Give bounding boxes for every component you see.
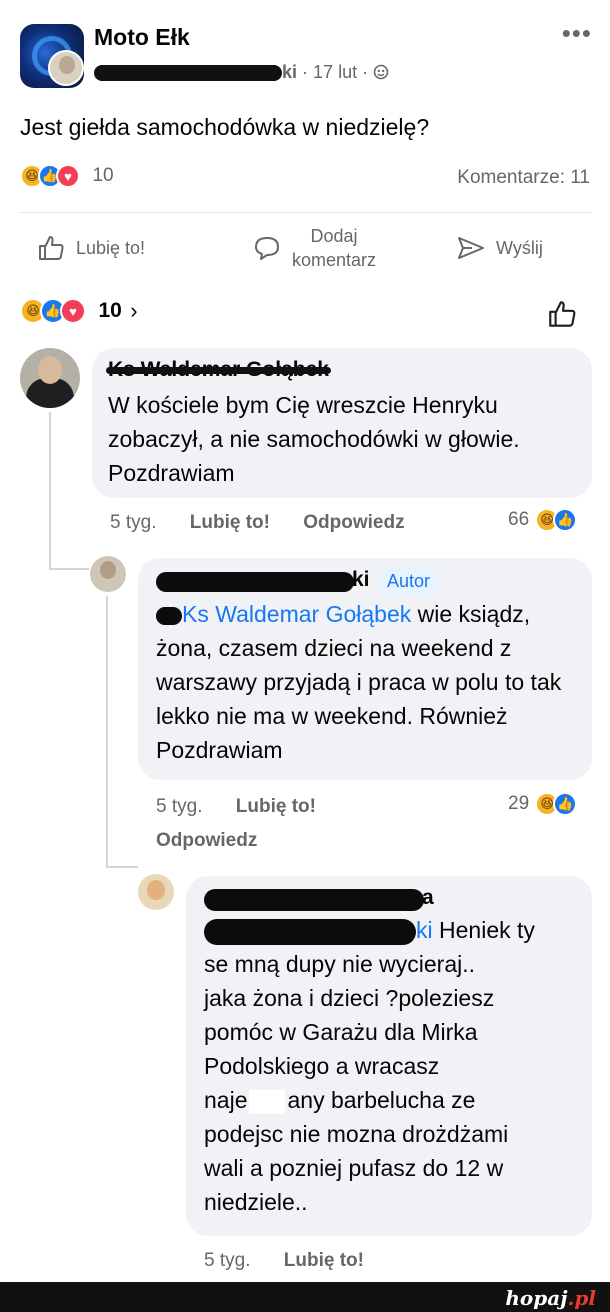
comment-time[interactable]: 5 tyg.: [204, 1250, 250, 1271]
watermark-text: hopaj: [505, 1286, 568, 1310]
divider: [20, 212, 592, 213]
reaction-count[interactable]: 10: [92, 165, 113, 186]
meta-separator: ·: [362, 62, 369, 82]
comment-reply-button[interactable]: Odpowiedz: [156, 830, 257, 851]
comment-like-button[interactable]: Lubię to!: [190, 512, 270, 533]
redacted-author-name: [204, 888, 424, 911]
comment-header: a: [204, 886, 574, 911]
send-icon: [458, 237, 484, 259]
comment-header: ki Autor: [156, 568, 574, 596]
comment-bubble: Ks Waldemar Gołąbek W kościele bym Cię w…: [92, 348, 592, 498]
comment-text-part: wie ksiądz,: [411, 601, 531, 628]
comment-mention[interactable]: Ks Waldemar Gołąbek: [156, 601, 411, 627]
author-name-fragment[interactable]: ki: [282, 62, 297, 82]
thread-line: [106, 596, 108, 868]
comment-text-line: podejsc nie mozna drożdżami: [204, 1120, 509, 1147]
comment-reactions[interactable]: 29 😆 👍: [508, 792, 578, 816]
thread-line: [49, 412, 51, 570]
chevron-right-icon: ›: [130, 298, 138, 323]
comment-author[interactable]: a: [422, 886, 434, 910]
reaction-icons: 😆 👍 ♥: [20, 298, 86, 324]
reactions-summary[interactable]: 😆 👍 ♥ 10 ›: [20, 298, 592, 332]
commenter-avatar[interactable]: [138, 874, 174, 910]
comment-text-line: naje any barbelucha ze: [204, 1083, 580, 1117]
like-reaction-icon: 👍: [553, 508, 578, 532]
comment-actions: 5 tyg. Lubię to! Odpowiedz: [110, 512, 433, 534]
comment-text: W kościele bym Cię wreszcie Henryku zoba…: [108, 392, 520, 486]
censor-box: [249, 1089, 286, 1114]
like-reaction-icon: 👍: [553, 792, 578, 816]
love-reaction-icon: ♥: [56, 164, 80, 188]
post-date[interactable]: 17 lut: [313, 62, 357, 82]
thread-connector: [106, 866, 138, 868]
watermark-suffix: .pl: [567, 1286, 596, 1310]
comment-text-line: jaka żona i dzieci ?poleziesz: [204, 984, 495, 1011]
comment-text: Ks Waldemar Gołąbek wie ksiądz, żona, cz…: [156, 597, 576, 767]
comment-time[interactable]: 5 tyg.: [156, 796, 202, 817]
comment-text-part: Heniek ty: [432, 916, 535, 943]
like-label: Lubię to!: [76, 237, 146, 258]
comment-bubble: a ki Heniek ty se mną dupy nie wycieraj.…: [186, 876, 592, 1236]
group-name[interactable]: Moto Ełk: [94, 24, 190, 51]
comment-actions: 5 tyg. Lubię to!: [204, 1250, 392, 1272]
comment-text: ki Heniek ty se mną dupy nie wycieraj.. …: [204, 913, 580, 1219]
comment-like-button[interactable]: Lubię to!: [236, 796, 316, 817]
comment-text-line: se mną dupy nie wycieraj..: [204, 950, 476, 977]
love-reaction-icon: ♥: [60, 298, 86, 324]
redaction-mark: [204, 918, 416, 945]
watermark-bar: hopaj.pl: [0, 1282, 610, 1312]
comment-text-part: żona, czasem dzieci na weekend z warszaw…: [156, 635, 562, 764]
more-options-icon[interactable]: •••: [562, 18, 592, 49]
post-text: Jest giełda samochodówka w niedzielę?: [20, 114, 430, 140]
comment-label-line1: Dodaj: [310, 226, 358, 246]
comment-label-line2: komentarz: [292, 250, 377, 270]
comment-reaction-count: 66: [508, 509, 530, 530]
meta-separator: ·: [302, 62, 309, 82]
comment-like-button[interactable]: Lubię to!: [284, 1250, 364, 1271]
thumbs-up-icon: [39, 236, 64, 260]
comment-author[interactable]: ki: [352, 568, 370, 592]
commenter-avatar[interactable]: [20, 348, 80, 408]
send-label: Wyślij: [496, 237, 543, 258]
post-header: Moto Ełk ki · 17 lut · •••: [20, 18, 592, 92]
comment-reaction-count: 29: [508, 793, 530, 814]
like-button[interactable]: Lubię to!: [36, 220, 145, 276]
comment-text-part: naje: [204, 1086, 248, 1113]
author-avatar[interactable]: [48, 50, 84, 86]
strike-through: [106, 367, 331, 374]
comment-button[interactable]: Dodaj komentarz: [252, 220, 376, 276]
comment-actions: Odpowiedz: [156, 830, 285, 852]
thumbs-up-icon[interactable]: [546, 298, 578, 330]
comment-author[interactable]: Ks Waldemar Gołąbek: [106, 358, 331, 382]
comment-text-line: pomóc w Garażu dla Mirka: [204, 1018, 478, 1045]
comment-text-line: wali a pozniej pufasz do 12 w: [204, 1154, 504, 1181]
reactions-row: 😆 👍 ♥ 10 Komentarze: 11: [20, 164, 592, 194]
redaction-mark: [156, 607, 182, 626]
mention-text[interactable]: ki: [416, 917, 433, 943]
thread-connector: [49, 568, 89, 570]
globe-icon: [373, 62, 389, 82]
comment-reactions[interactable]: 66 😆 👍: [508, 508, 578, 532]
comment-text-part: any barbelucha ze: [287, 1086, 476, 1113]
author-badge: Autor: [379, 568, 437, 596]
commenter-avatar[interactable]: [90, 556, 126, 592]
comments-count[interactable]: Komentarze: 11: [457, 167, 590, 189]
comment-time[interactable]: 5 tyg.: [110, 512, 156, 533]
post-meta: ki · 17 lut ·: [94, 62, 389, 83]
comment-reply-button[interactable]: Odpowiedz: [303, 512, 404, 533]
mention-text: Ks Waldemar Gołąbek: [182, 601, 412, 628]
comment-bubble: ki Autor Ks Waldemar Gołąbek wie ksiądz,…: [138, 558, 592, 780]
comment-bubble-icon: [255, 237, 279, 260]
redacted-author-name: [156, 571, 354, 592]
comment-actions: 5 tyg. Lubię to!: [156, 796, 344, 818]
comment-text-line: Podolskiego a wracasz: [204, 1052, 440, 1079]
action-bar: Lubię to! Dodaj komentarz Wyślij: [20, 220, 592, 276]
reaction-icons[interactable]: 😆 👍 ♥: [20, 164, 80, 188]
comment-label: Dodaj komentarz: [292, 224, 376, 272]
watermark-logo: hopaj.pl: [505, 1286, 596, 1310]
summary-count: 10: [98, 299, 122, 322]
redacted-author-name: [94, 65, 282, 82]
comment-text-line: niedziele..: [204, 1188, 308, 1215]
send-button[interactable]: Wyślij: [456, 220, 543, 276]
